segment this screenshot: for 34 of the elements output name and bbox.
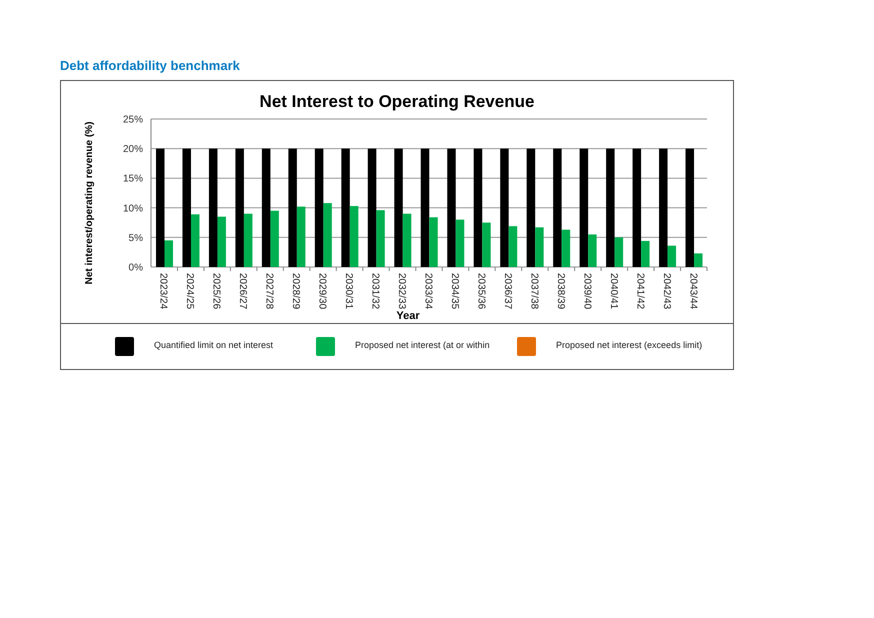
y-tick-label: 25% [122,114,143,125]
x-tick-label: 2036/37 [502,272,513,309]
y-tick-label: 20% [122,144,143,155]
legend-label: Proposed net interest (exceeds limit) [556,339,702,352]
x-tick-label: 2023/24 [158,272,169,309]
x-tick-label: 2035/36 [475,272,486,309]
x-tick-label: 2031/32 [370,272,381,309]
x-tick-label: 2038/39 [554,272,566,309]
y-tick-label: 10% [122,202,143,214]
x-tick-label: 2028/29 [290,272,302,309]
x-axis-title: Year [396,310,420,322]
x-tick-label: 2026/27 [237,272,248,309]
x-tick-label: 2037/38 [528,272,540,309]
x-tick-label: 2034/35 [448,272,460,309]
x-tick-label: 2041/42 [634,272,646,309]
x-tick-label: 2030/31 [343,272,354,309]
legend-label: Quantified limit on net interest [154,339,274,352]
y-tick-label: 0% [128,262,143,273]
x-tick-label: 2043/44 [687,272,698,309]
x-tick-label: 2039/40 [581,272,592,309]
x-tick-label: 2025/26 [210,272,222,309]
x-tick-label: 2029/30 [316,272,328,309]
y-tick-label: 5% [128,232,143,244]
legend-label: Proposed net interest (at or within [355,339,490,352]
chart-title: Net Interest to Operating Revenue [260,92,534,110]
x-tick-label: 2033/34 [422,272,434,309]
section-heading: Debt affordability benchmark [60,57,241,75]
x-tick-label: 2027/28 [264,272,275,309]
x-tick-label: 2040/41 [608,272,619,309]
y-axis-title: Net interest/operating revenue (%) [84,121,95,284]
y-tick-label: 15% [122,173,143,184]
x-tick-label: 2024/25 [184,272,196,309]
x-tick-label: 2032/33 [396,272,408,309]
x-tick-label: 2042/43 [660,272,672,309]
